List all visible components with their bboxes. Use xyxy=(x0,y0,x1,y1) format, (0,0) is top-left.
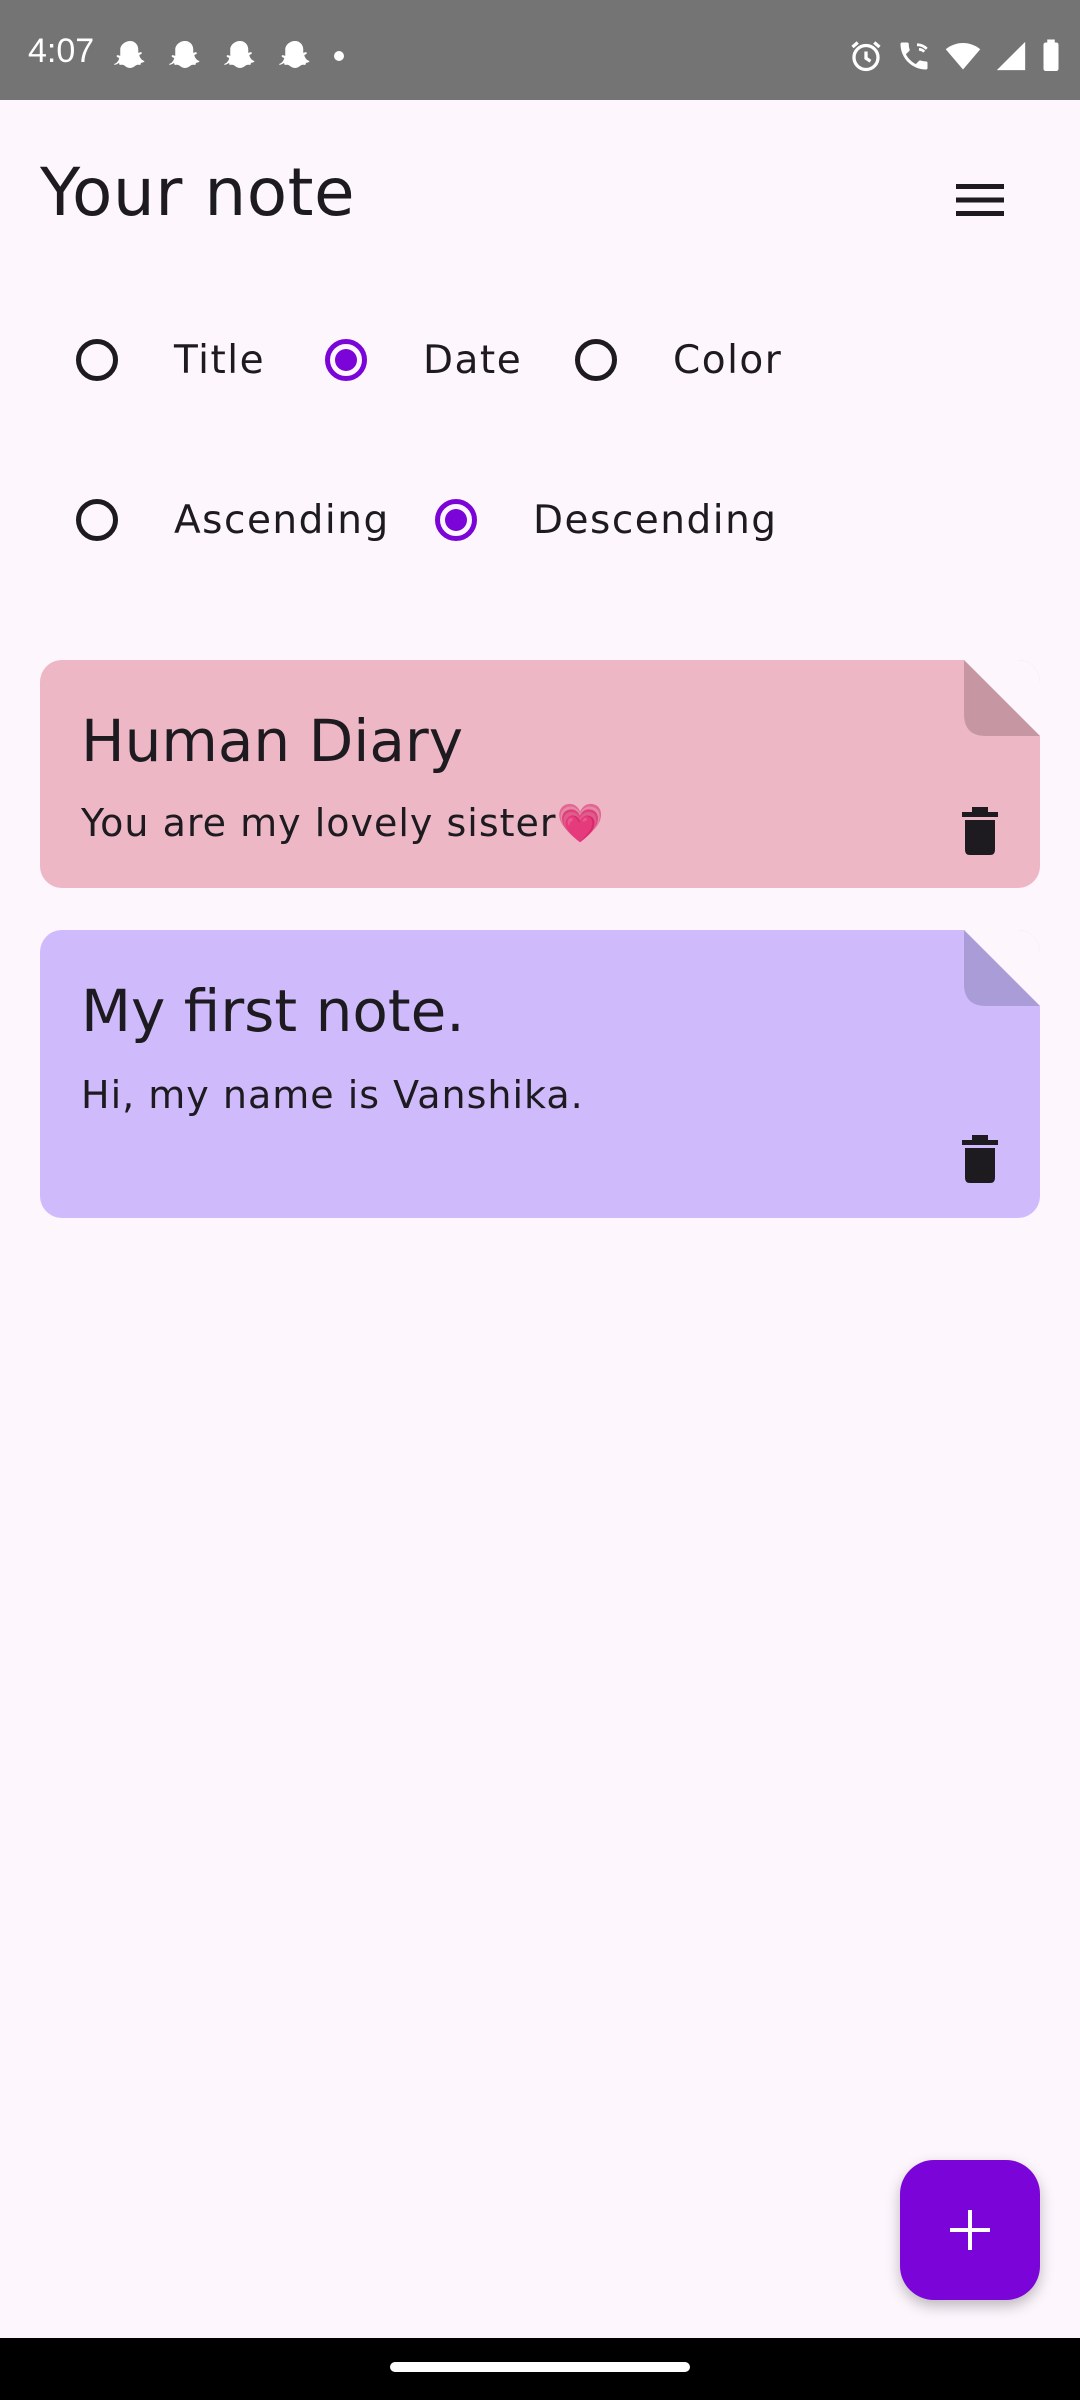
home-gesture-handle[interactable] xyxy=(390,2362,690,2372)
plus-icon xyxy=(950,2210,990,2250)
alarm-icon xyxy=(851,41,881,72)
radio-label: Ascending xyxy=(174,497,390,543)
note-card[interactable]: My first note. Hi, my name is Vanshika. xyxy=(40,930,1040,1218)
system-icons xyxy=(836,38,1062,74)
note-body: Hi, my name is Vanshika. xyxy=(81,1073,584,1117)
radio-label: Date xyxy=(423,337,523,383)
radio-button[interactable] xyxy=(76,339,118,381)
radio-descending[interactable]: Descending xyxy=(435,480,778,560)
wifi-calling-icon xyxy=(900,42,928,70)
note-card[interactable]: Human Diary You are my lovely sister💗 xyxy=(40,660,1040,888)
radio-button[interactable] xyxy=(435,499,477,541)
radio-button[interactable] xyxy=(325,339,367,381)
sort-by-group: Title Date Color xyxy=(0,320,1080,400)
snapchat-icon xyxy=(224,41,255,68)
radio-label: Title xyxy=(174,337,266,383)
note-title: My first note. xyxy=(81,977,465,1045)
radio-color[interactable]: Color xyxy=(575,320,782,400)
status-bar: 4:07 xyxy=(0,0,1080,100)
menu-button[interactable] xyxy=(940,170,1020,230)
delete-button[interactable] xyxy=(958,1132,1002,1186)
dot-icon xyxy=(334,51,344,61)
radio-button[interactable] xyxy=(575,339,617,381)
battery-icon xyxy=(1043,39,1059,71)
menu-icon xyxy=(956,184,1004,216)
radio-date[interactable]: Date xyxy=(325,320,522,400)
snapchat-icon xyxy=(114,41,145,68)
radio-title[interactable]: Title xyxy=(76,320,265,400)
radio-ascending[interactable]: Ascending xyxy=(76,480,390,560)
radio-label: Color xyxy=(673,337,783,383)
radio-label: Descending xyxy=(533,497,778,543)
trash-icon xyxy=(962,807,998,855)
snapchat-icon xyxy=(279,41,310,68)
note-title: Human Diary xyxy=(81,707,464,775)
trash-icon xyxy=(962,1135,998,1183)
add-note-button[interactable] xyxy=(900,2160,1040,2300)
snapchat-icon xyxy=(169,41,200,68)
note-corner-fold xyxy=(964,930,1040,1006)
page-title: Your note xyxy=(40,154,356,231)
note-corner-fold xyxy=(964,660,1040,736)
note-body: You are my lovely sister💗 xyxy=(81,801,605,845)
navigation-bar xyxy=(0,2338,1080,2400)
radio-button[interactable] xyxy=(76,499,118,541)
notification-icons xyxy=(112,38,365,74)
delete-button[interactable] xyxy=(958,804,1002,858)
signal-icon xyxy=(996,41,1026,71)
status-time: 4:07 xyxy=(28,32,95,70)
sort-order-group: Ascending Descending xyxy=(0,480,1080,560)
wifi-icon xyxy=(945,42,981,70)
